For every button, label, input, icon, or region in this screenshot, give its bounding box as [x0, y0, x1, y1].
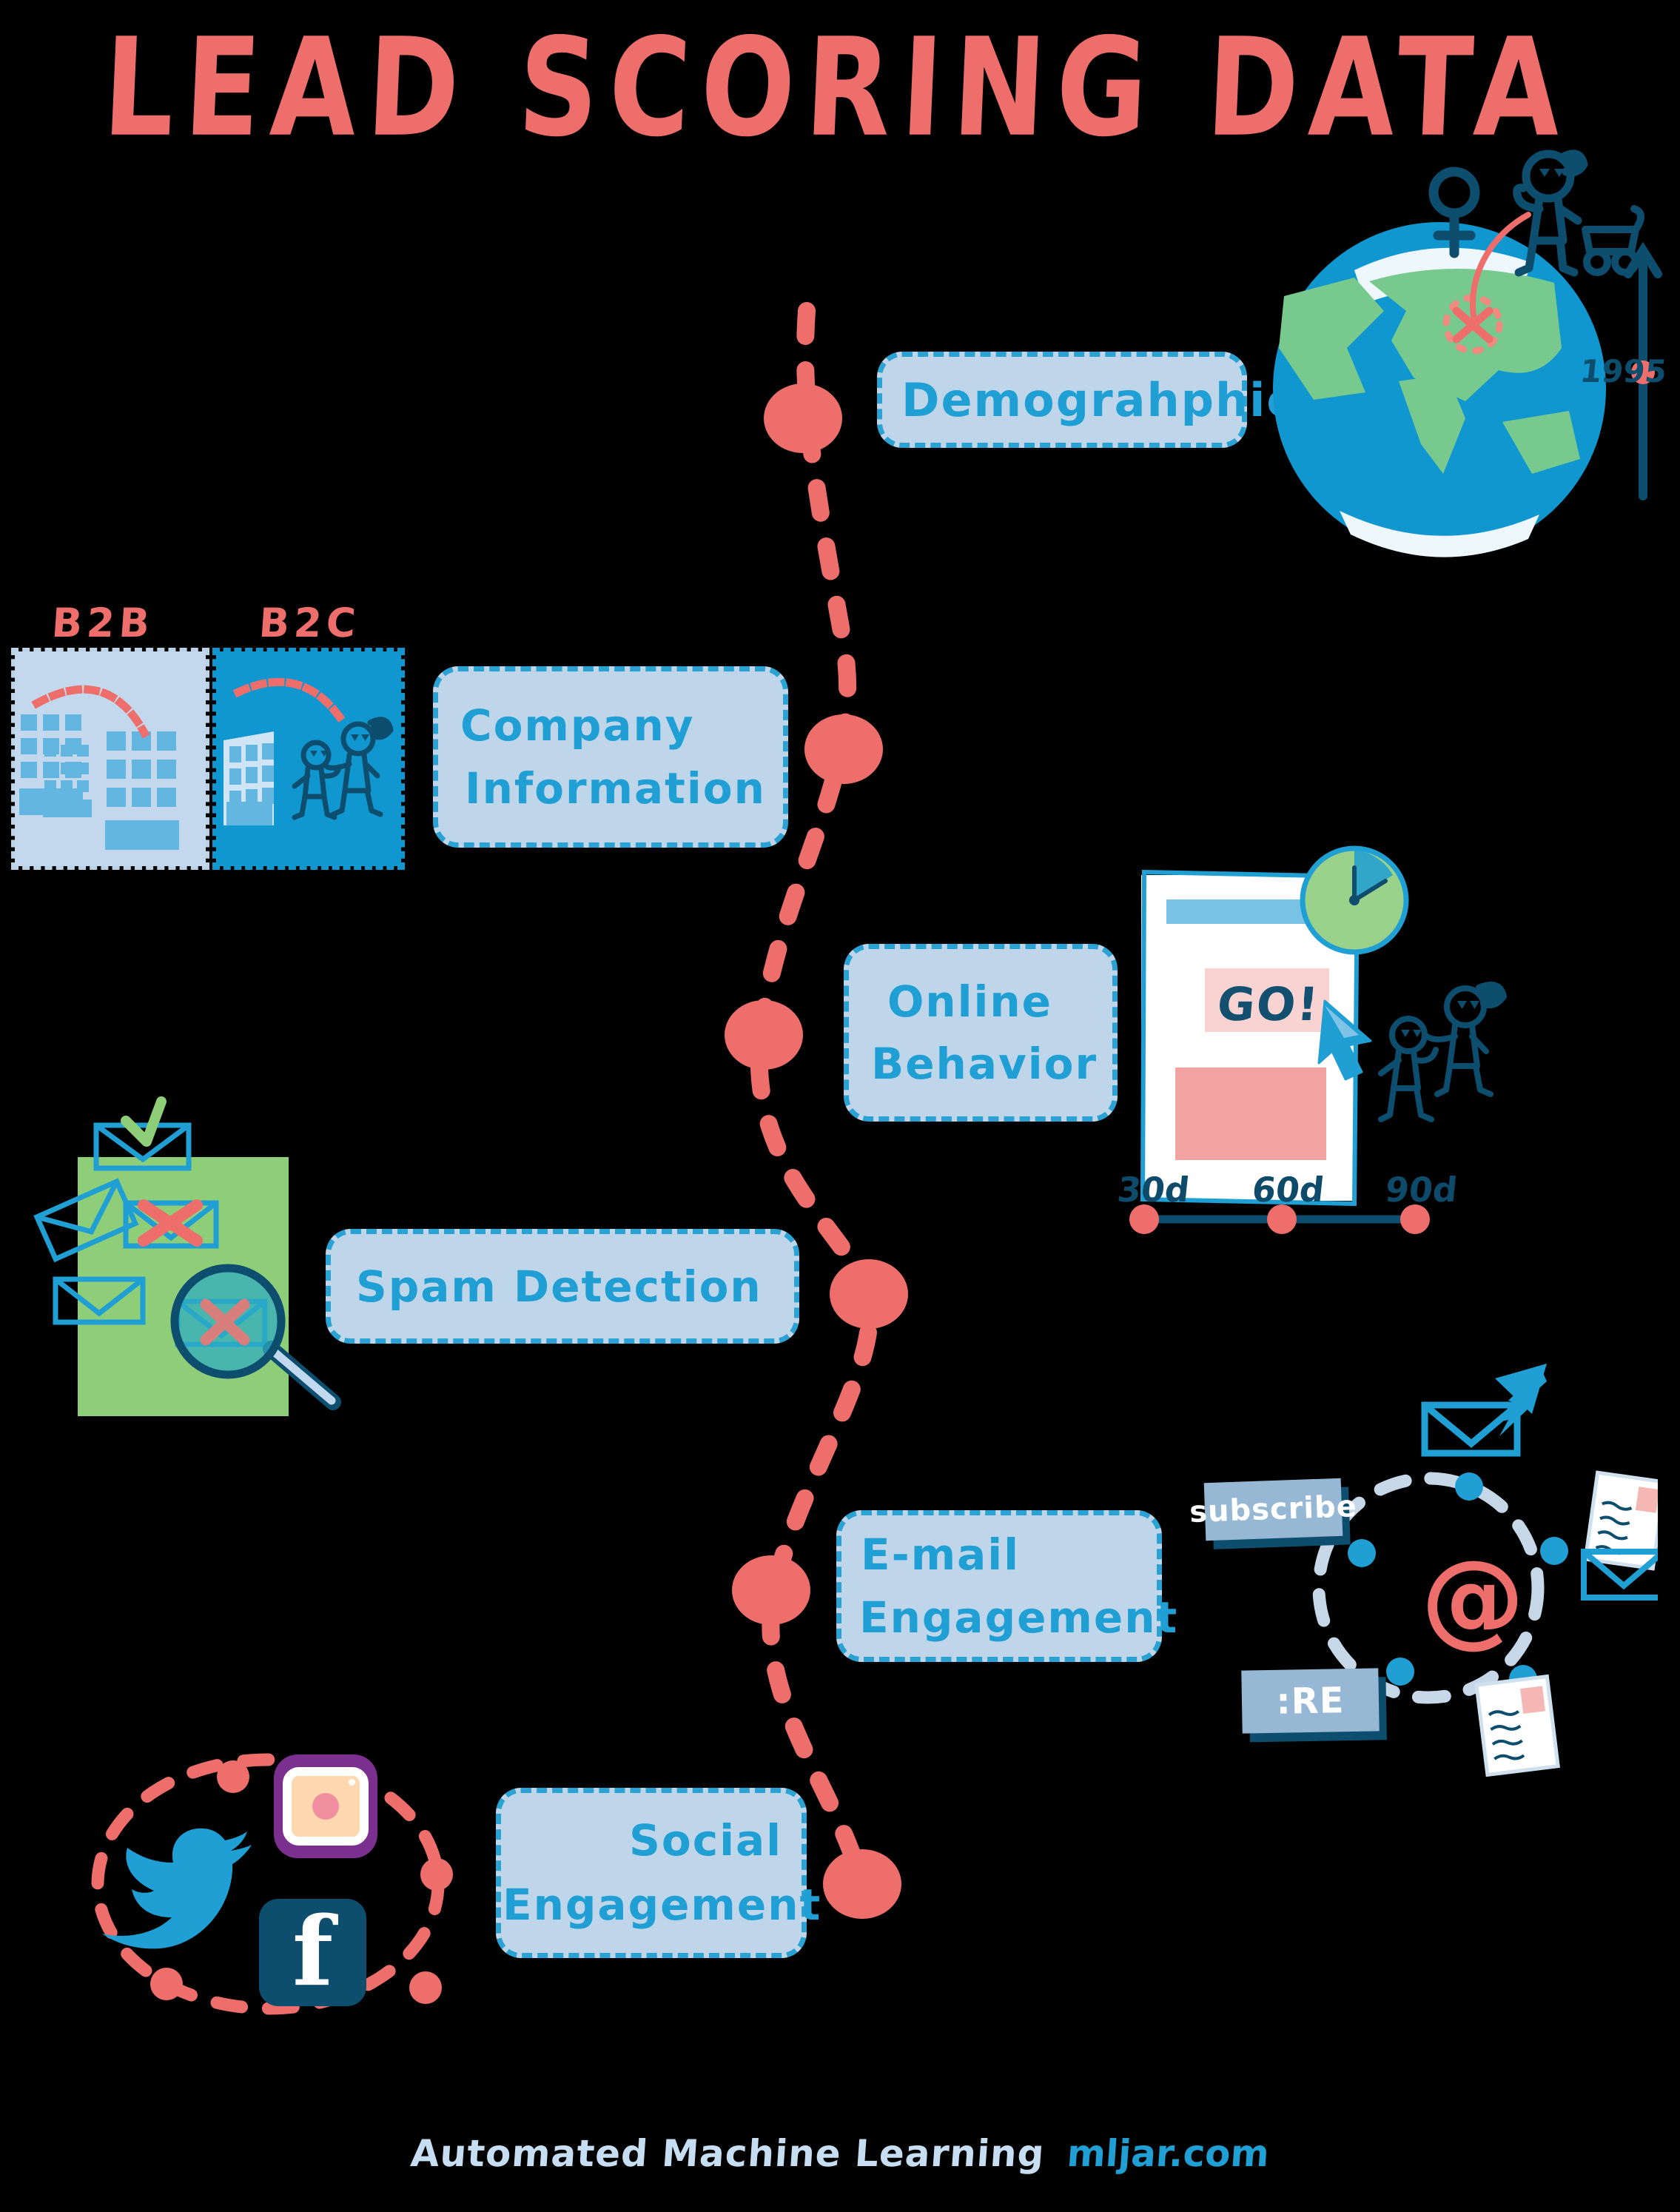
- label-demographic[interactable]: Demograhphic: [877, 352, 1296, 448]
- twitter-icon: [102, 1828, 252, 1949]
- demographic-illustration: 1995: [1243, 126, 1669, 585]
- social-ring-dot: [420, 1858, 453, 1891]
- duration-label-60d: 60d: [1250, 1170, 1326, 1210]
- envelope-plain-icon: [53, 1276, 146, 1325]
- label-social-line2: Engagement: [503, 1880, 822, 1930]
- instagram-icon[interactable]: [274, 1754, 377, 1858]
- label-spam-text: Spam Detection: [356, 1261, 762, 1312]
- social-ring-dot: [217, 1760, 249, 1793]
- social-ring-dot: [409, 1971, 442, 2004]
- label-online-behavior[interactable]: Online Behavior: [844, 944, 1118, 1122]
- letter-icon-bottom: [1474, 1674, 1560, 1777]
- node-dot-company: [804, 714, 883, 784]
- letter-icon-right: [1581, 1470, 1667, 1601]
- envelope-tilted-icon: [33, 1178, 139, 1263]
- online-behavior-illustration: GO! 30d 60d 90d: [1110, 829, 1569, 1244]
- label-spam-detection[interactable]: Spam Detection: [326, 1229, 799, 1344]
- node-dot-demographic: [764, 383, 842, 453]
- duration-label-30d: 30d: [1115, 1170, 1192, 1210]
- social-illustration: f: [74, 1732, 466, 2043]
- company-illustration: B2B B2C: [11, 592, 414, 888]
- online-stick-figures-icon: [1378, 982, 1507, 1122]
- instagram-camera-body: [283, 1767, 369, 1846]
- b2c-label: B2C: [257, 600, 362, 646]
- footer: Automated Machine Learning mljar.com: [0, 2132, 1680, 2175]
- envelope-approved-icon: [93, 1096, 192, 1171]
- footer-tagline: Automated Machine Learning: [409, 2132, 1046, 2175]
- footer-site[interactable]: mljar.com: [1066, 2132, 1271, 2175]
- email-illustration: subscribe :RE @: [1189, 1362, 1667, 1777]
- label-company-line2: Information: [465, 763, 766, 814]
- label-email-engagement[interactable]: E-mail Engagement: [836, 1510, 1179, 1662]
- label-email-line1: E-mail: [861, 1529, 1021, 1581]
- label-social-line1: Social: [629, 1815, 782, 1866]
- social-ring-dot: [150, 1968, 183, 2000]
- node-dot-online: [725, 1000, 803, 1070]
- label-company-information[interactable]: Company Information: [433, 666, 788, 848]
- stick-figure-eyes-icon: [1539, 169, 1565, 177]
- label-social-engagement[interactable]: Social Engagement: [496, 1788, 822, 1958]
- label-online-line1: Online: [887, 976, 1052, 1027]
- instagram-lens: [312, 1793, 339, 1820]
- label-email-line2: Engagement: [859, 1592, 1179, 1643]
- node-dot-spam: [830, 1259, 908, 1329]
- envelope-rejected-icon: [123, 1199, 219, 1249]
- node-dot-email: [732, 1555, 810, 1625]
- instagram-flash-dot: [349, 1779, 355, 1786]
- b2b-label: B2B: [50, 600, 156, 646]
- b2c-panel: [212, 648, 405, 870]
- at-symbol-icon: @: [1421, 1538, 1525, 1659]
- spam-illustration: [22, 1088, 370, 1416]
- node-dot-social: [823, 1849, 901, 1919]
- facebook-glyph: f: [292, 1896, 334, 2008]
- label-online-line2: Behavior: [871, 1039, 1098, 1089]
- infographic-canvas: LEAD SCORING DATA Demograhphic Company I…: [0, 0, 1680, 2212]
- year-label: 1995: [1578, 353, 1669, 389]
- b2b-panel: [11, 648, 209, 870]
- reply-tag[interactable]: :RE: [1241, 1668, 1380, 1734]
- duration-label-90d: 90d: [1383, 1170, 1459, 1210]
- magnifier-icon: [170, 1264, 341, 1410]
- b2c-arc: [232, 677, 349, 728]
- facebook-icon[interactable]: f: [259, 1899, 366, 2006]
- go-button-label[interactable]: GO!: [1215, 977, 1322, 1031]
- subscribe-tag[interactable]: subscribe: [1189, 1478, 1358, 1541]
- envelope-incoming-icon: [1421, 1364, 1547, 1457]
- b2c-stick-figures-icon: [292, 717, 394, 820]
- label-demographic-text: Demograhphic: [901, 372, 1296, 427]
- label-company-line1: Company: [460, 700, 695, 751]
